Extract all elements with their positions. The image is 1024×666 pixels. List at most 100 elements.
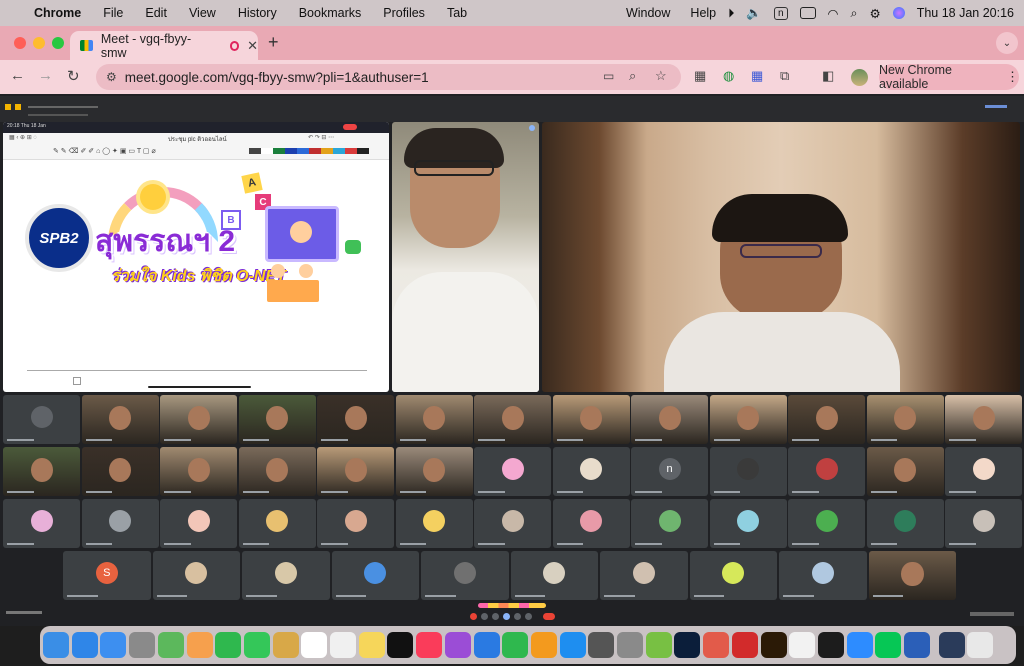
- participant-tile[interactable]: [238, 447, 316, 496]
- camera-icon[interactable]: ▭: [603, 69, 614, 83]
- terminal-icon[interactable]: [817, 632, 844, 658]
- control-center-icon[interactable]: ⚙: [869, 6, 880, 21]
- participant-tile[interactable]: [474, 395, 551, 444]
- quicktime-icon[interactable]: [588, 632, 615, 658]
- raise-hand-button[interactable]: [514, 613, 521, 620]
- zoom-icon[interactable]: ⌕: [629, 68, 636, 84]
- tool-icon[interactable]: [703, 632, 730, 658]
- participant-tile[interactable]: [3, 395, 80, 444]
- participant-tile[interactable]: [474, 499, 551, 548]
- keynote-icon[interactable]: [473, 632, 500, 658]
- participant-tile[interactable]: [552, 447, 630, 496]
- participant-tile[interactable]: [600, 551, 688, 600]
- menu-profiles[interactable]: Profiles: [383, 6, 425, 20]
- new-tab-icon[interactable]: +: [268, 32, 279, 53]
- illustrator-icon[interactable]: [760, 632, 787, 658]
- participant-tile[interactable]: [160, 447, 237, 496]
- participant-tile[interactable]: [552, 499, 630, 548]
- participant-tile[interactable]: n: [631, 447, 708, 496]
- clock[interactable]: Thu 18 Jan 20:16: [917, 6, 1014, 20]
- extensions-icon[interactable]: ⧉: [780, 68, 789, 84]
- meeting-link[interactable]: [985, 105, 1007, 108]
- participant-tile[interactable]: [709, 447, 787, 496]
- site-info-icon[interactable]: ⚙: [106, 70, 117, 84]
- page-checkbox[interactable]: [73, 377, 81, 385]
- photoshop-icon[interactable]: [674, 632, 701, 658]
- participant-tile[interactable]: [779, 551, 867, 600]
- url-text[interactable]: meet.google.com/vgq-fbyy-smw?pli=1&authu…: [125, 70, 429, 85]
- participant-tile-main[interactable]: [542, 122, 1020, 392]
- participant-tile[interactable]: [317, 395, 394, 444]
- profile-avatar-icon[interactable]: [851, 69, 868, 86]
- participant-tile[interactable]: S: [63, 551, 151, 600]
- play-icon[interactable]: ⏵: [728, 6, 734, 21]
- chrome-icon[interactable]: [789, 632, 816, 658]
- presentation-tile[interactable]: 20:18 Thu 18 Jan ประชุม plc ติวออนไลน์ ▦…: [3, 122, 389, 392]
- participant-tile[interactable]: [317, 499, 394, 548]
- meeting-side-icons[interactable]: [970, 612, 1014, 616]
- menu-view[interactable]: View: [189, 6, 216, 20]
- menu-edit[interactable]: Edit: [145, 6, 167, 20]
- participant-tile[interactable]: [242, 551, 330, 600]
- zoom-window-icon[interactable]: [52, 37, 64, 49]
- pages-icon[interactable]: [530, 632, 557, 658]
- mic-button[interactable]: [470, 613, 477, 620]
- reactions-bar[interactable]: [478, 603, 546, 608]
- participant-tile[interactable]: [81, 395, 159, 444]
- menu-tab[interactable]: Tab: [447, 6, 467, 20]
- wifi-icon[interactable]: ◠: [828, 6, 839, 21]
- podcasts-icon[interactable]: [444, 632, 471, 658]
- participant-tile[interactable]: [160, 499, 237, 548]
- search-icon[interactable]: ⌕: [850, 6, 857, 21]
- end-call-button[interactable]: [543, 613, 555, 620]
- word-icon[interactable]: [904, 632, 930, 658]
- participant-tile[interactable]: [160, 395, 237, 444]
- line-icon[interactable]: [875, 632, 902, 658]
- trash-icon[interactable]: [967, 632, 994, 658]
- participant-tile[interactable]: [868, 551, 956, 600]
- utorrent-icon[interactable]: [645, 632, 672, 658]
- volume-icon[interactable]: 🔈: [746, 6, 762, 21]
- bookmark-star-icon[interactable]: ☆: [655, 68, 667, 84]
- participant-tile[interactable]: [552, 395, 630, 444]
- safari-icon[interactable]: [71, 632, 98, 658]
- system-settings-icon[interactable]: [617, 632, 643, 658]
- menu-bookmarks[interactable]: Bookmarks: [299, 6, 362, 20]
- minimize-window-icon[interactable]: [33, 37, 45, 49]
- menu-file[interactable]: File: [103, 6, 123, 20]
- app-menu[interactable]: Chrome: [34, 6, 81, 20]
- input-source-icon[interactable]: n: [773, 6, 788, 20]
- participant-tile[interactable]: [395, 447, 473, 496]
- acrobat-icon[interactable]: [731, 632, 758, 658]
- participant-tile[interactable]: [317, 447, 394, 496]
- participant-tile[interactable]: [81, 447, 159, 496]
- app-store-icon[interactable]: [559, 632, 586, 658]
- extension-globe-icon[interactable]: ◍: [723, 68, 734, 84]
- participant-tile[interactable]: [331, 551, 419, 600]
- maps-icon[interactable]: [157, 632, 184, 658]
- extension-grid-icon[interactable]: ▦: [751, 68, 763, 84]
- participant-tile[interactable]: [709, 499, 787, 548]
- back-icon[interactable]: ←: [10, 67, 25, 84]
- zoom-icon[interactable]: [846, 632, 873, 658]
- participant-tile[interactable]: [866, 499, 944, 548]
- participant-tile[interactable]: [788, 499, 865, 548]
- participant-tile[interactable]: [631, 395, 708, 444]
- participant-tile[interactable]: [395, 395, 473, 444]
- address-bar[interactable]: ⚙ meet.google.com/vgq-fbyy-smw?pli=1&aut…: [96, 64, 681, 90]
- camera-button[interactable]: [481, 613, 488, 620]
- siri-icon[interactable]: [892, 7, 905, 19]
- participant-tile[interactable]: [866, 447, 944, 496]
- menu-history[interactable]: History: [238, 6, 277, 20]
- participant-tile[interactable]: [395, 499, 473, 548]
- participant-tile[interactable]: [510, 551, 598, 600]
- more-options-button[interactable]: [525, 613, 532, 620]
- color-palette[interactable]: [249, 148, 369, 154]
- forward-icon[interactable]: →: [38, 67, 53, 84]
- notes-app-icon[interactable]: [272, 632, 299, 658]
- new-chrome-available-button[interactable]: New Chrome available ⋮: [879, 63, 1019, 91]
- participant-tile[interactable]: [81, 499, 159, 548]
- participant-tile[interactable]: [3, 499, 80, 548]
- menu-help[interactable]: Help: [690, 6, 716, 20]
- present-button[interactable]: [503, 613, 510, 620]
